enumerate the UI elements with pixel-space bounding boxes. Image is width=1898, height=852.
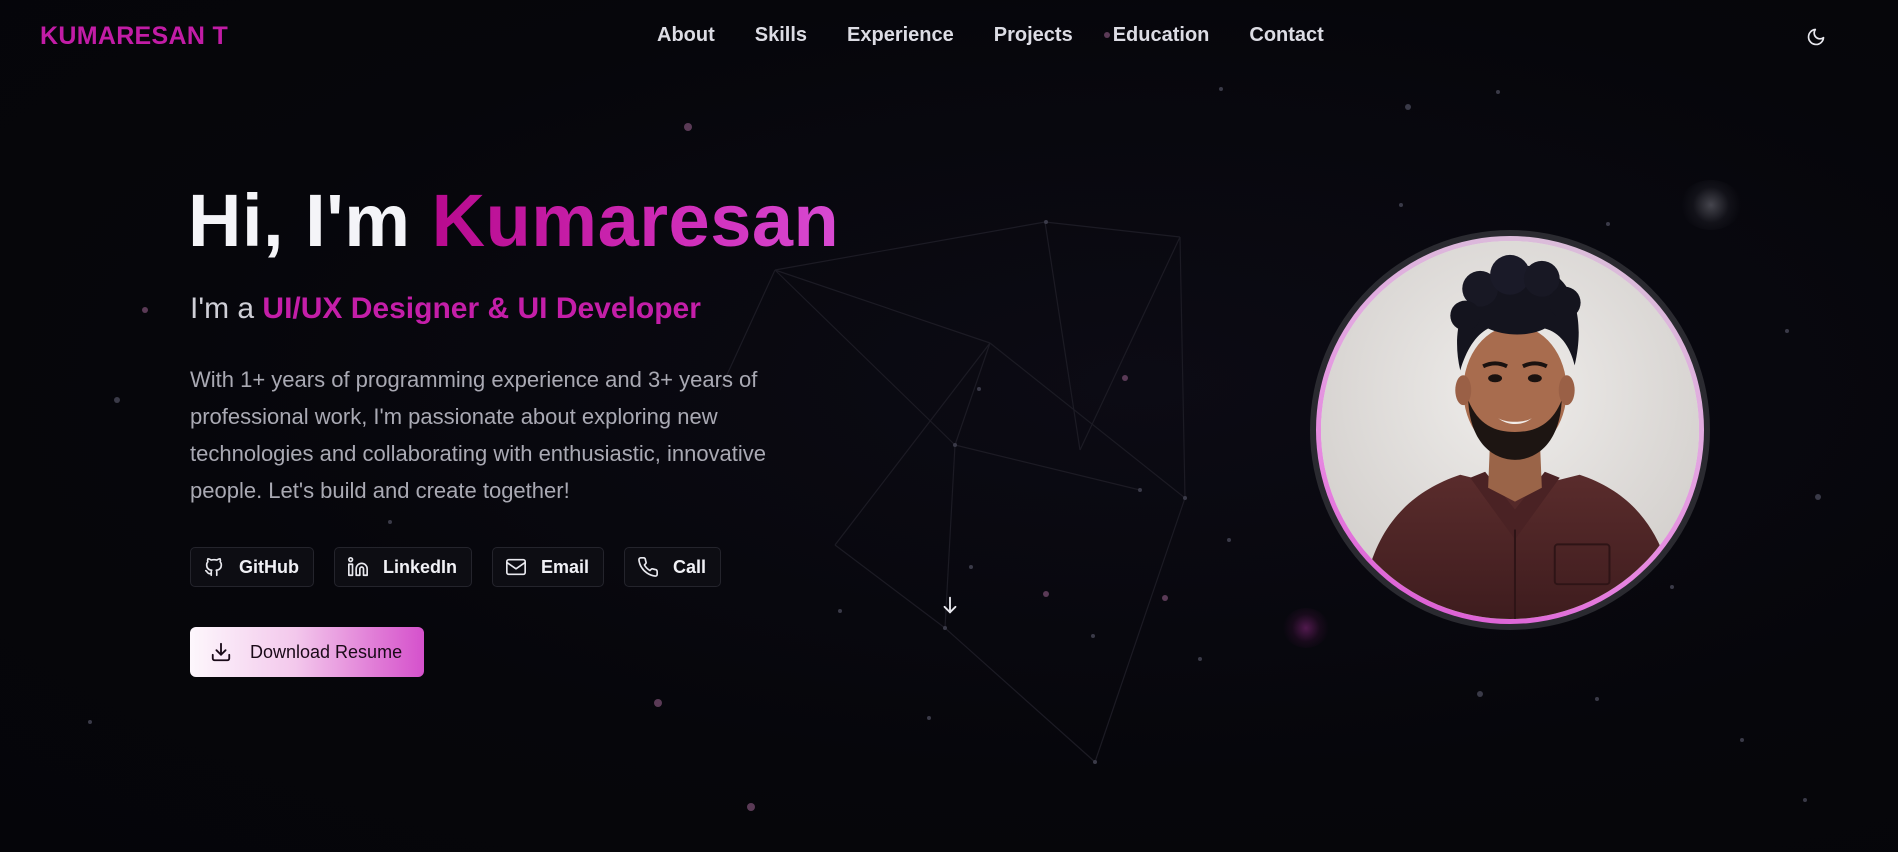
brand-logo[interactable]: KUMARESAN T	[40, 22, 228, 51]
phone-icon	[638, 557, 659, 577]
nav-links: About Skills Experience Projects Educati…	[657, 24, 1364, 47]
profile-portrait-illustration	[1321, 241, 1699, 619]
hero-subtitle: I'm a UI/UX Designer & UI Developer	[190, 292, 701, 326]
nav-link-education[interactable]: Education	[1113, 24, 1210, 47]
nav-link-projects[interactable]: Projects	[994, 24, 1073, 47]
hero-description: With 1+ years of programming experience …	[190, 367, 767, 503]
email-button[interactable]: Email	[492, 547, 605, 587]
social-links: GitHub LinkedIn Email Call	[190, 547, 722, 587]
download-resume-label: Download Resume	[250, 641, 403, 662]
profile-photo-ring	[1316, 236, 1704, 624]
top-navigation: KUMARESAN T About Skills Experience Proj…	[0, 0, 1898, 74]
hero-name: Kumaresan	[431, 179, 840, 262]
moon-icon	[1807, 28, 1825, 46]
github-button[interactable]: GitHub	[190, 547, 314, 587]
linkedin-label: LinkedIn	[383, 556, 458, 577]
hero-title: Hi, I'm Kumaresan	[188, 178, 839, 263]
mail-icon	[506, 558, 527, 576]
linkedin-icon	[348, 557, 368, 577]
arrow-down-icon[interactable]	[939, 594, 961, 616]
github-icon	[204, 557, 223, 577]
nav-link-experience[interactable]: Experience	[847, 24, 954, 47]
download-icon	[211, 642, 231, 662]
nav-link-skills[interactable]: Skills	[755, 24, 807, 47]
profile-photo-frame	[1310, 230, 1710, 630]
theme-toggle-button[interactable]	[1803, 24, 1829, 50]
email-label: Email	[541, 556, 590, 577]
download-resume-button[interactable]: Download Resume	[190, 627, 424, 677]
hero-subtitle-prefix: I'm a	[190, 292, 263, 325]
nav-link-about[interactable]: About	[657, 24, 715, 47]
background-glow	[1680, 180, 1742, 230]
profile-photo	[1321, 241, 1699, 619]
hero-role: UI/UX Designer & UI Developer	[262, 292, 701, 325]
hero-greeting: Hi, I'm	[188, 179, 432, 262]
nav-link-contact[interactable]: Contact	[1249, 24, 1323, 47]
page: KUMARESAN T About Skills Experience Proj…	[0, 0, 1898, 852]
github-label: GitHub	[239, 556, 299, 577]
linkedin-button[interactable]: LinkedIn	[334, 547, 473, 587]
call-button[interactable]: Call	[624, 547, 722, 587]
background-glow	[1283, 608, 1329, 648]
call-label: Call	[673, 556, 707, 577]
